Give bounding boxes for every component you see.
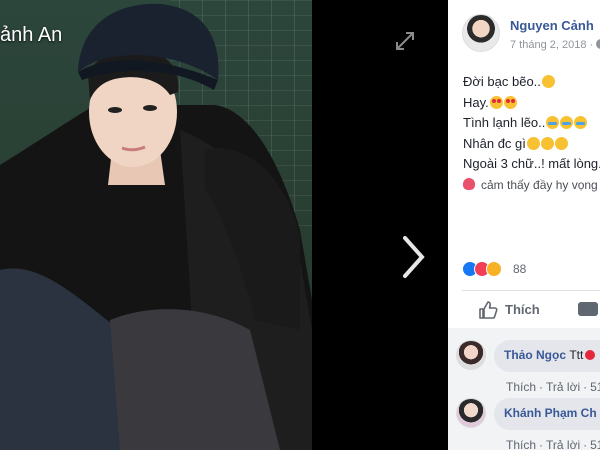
post-line: cảm thấy đầy hy vọng [463,175,600,196]
crying-emoji-icon [560,116,574,129]
smile-emoji-icon [540,136,554,150]
person-selfie [0,3,312,450]
post-line-text: Nhân đc gì [463,135,526,151]
post-date[interactable]: 7 tháng 2, 2018 · [510,39,600,51]
commenter-name[interactable]: Thảo Ngọc Ttt [504,348,596,362]
post-line-text: cảm thấy đầy hy vọng [481,177,598,192]
commenter-name-text: Thảo Ngọc [504,348,566,362]
heart-eyes-emoji-icon [489,95,503,109]
photo-caption: ảnh An [0,24,63,46]
separator: · [539,380,544,394]
comment-reply-link[interactable]: Trả lời [546,380,580,394]
post-line: Hay. [463,93,600,114]
like-label: Thích [505,302,540,317]
heart-icon [585,350,596,360]
wow-icon [486,261,502,277]
reaction-summary[interactable]: 88 [462,261,600,279]
post-line-text: Ngoài 3 chữ..! mất lòng.. [463,156,600,171]
post-line-text: Tình lạnh lẽo.. [463,115,546,130]
post-photo[interactable]: ảnh An [0,0,312,450]
expand-icon[interactable] [394,30,416,52]
crying-emoji-icon [546,116,560,129]
flower-emoji-icon [463,177,475,190]
post-text: Đời bạc bẽo.. Hay. Tình lạnh lẽo.. Nhân … [463,72,600,195]
smile-emoji-icon [541,75,555,88]
post-header: Nguyen Cảnh 7 tháng 2, 2018 · [462,14,600,58]
divider [462,290,600,291]
heart-eyes-emoji-icon [503,95,517,109]
comment-actions: Thích·Trả lời·51 [506,438,600,450]
post-line-text: Hay. [463,94,489,110]
separator: · [583,380,588,394]
comment-like-link[interactable]: Thích [506,380,536,394]
comment-actions: Thích·Trả lời·51 [506,380,600,394]
comment-reply-link[interactable]: Trả lời [546,438,580,450]
comment-time[interactable]: 51 [590,380,600,394]
crying-emoji-icon [574,116,588,129]
author-name[interactable]: Nguyen Cảnh [510,18,594,33]
post-panel: Nguyen Cảnh 7 tháng 2, 2018 · Đời bạc bẽ… [448,0,600,450]
thumbs-up-icon [479,301,498,319]
separator: · [539,438,544,450]
commenter-avatar[interactable] [456,340,486,370]
author-avatar[interactable] [462,14,500,52]
commenter-name[interactable]: Khánh Phạm Ch [504,406,597,420]
photo-viewer: ảnh An [0,0,448,450]
comment-list: Thảo Ngọc Ttt Thích·Trả lời·51 Khánh Phạ… [448,328,600,450]
post-line: Nhân đc gì [463,134,600,155]
globe-icon [596,39,600,49]
post-line: Đời bạc bẽo.. [463,72,600,93]
post-line: Ngoài 3 chữ..! mất lòng.. [463,154,600,175]
comment-icon[interactable] [578,302,598,316]
reaction-count: 88 [513,262,527,276]
post-date-text: 7 tháng 2, 2018 · [510,39,594,51]
post-line-text: Đời bạc bẽo.. [463,74,541,89]
comment-time[interactable]: 51 [590,438,600,450]
separator: · [583,438,588,450]
like-button[interactable]: Thích [478,300,558,320]
smile-emoji-icon [526,136,540,150]
post-line: Tình lạnh lẽo.. [463,113,600,134]
comment-like-link[interactable]: Thích [506,438,536,450]
smile-emoji-icon [554,136,568,150]
comment-text: Ttt [569,348,584,362]
commenter-avatar[interactable] [456,398,486,428]
chevron-right-icon[interactable] [398,232,428,282]
